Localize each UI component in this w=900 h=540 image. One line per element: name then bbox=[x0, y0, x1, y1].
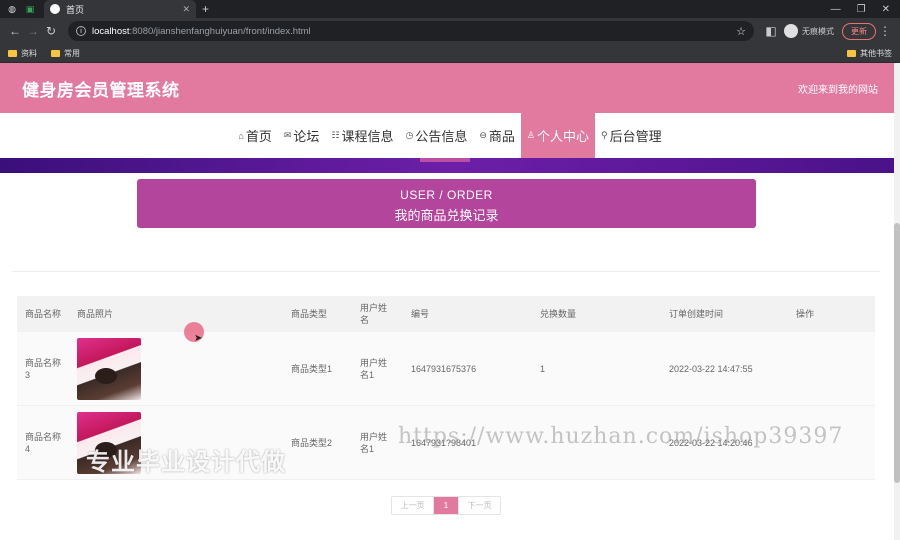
col-header: 编号 bbox=[411, 309, 430, 319]
sidepanel-icon[interactable]: ◧ bbox=[762, 24, 780, 38]
cell-product-type: 商品类型1 bbox=[291, 363, 333, 374]
incognito-badge[interactable]: 无痕模式 bbox=[784, 24, 834, 38]
bookmark-folder-0[interactable]: 资料 bbox=[8, 48, 37, 59]
cell-created-time: 2022-03-22 14:47:55 bbox=[669, 363, 753, 374]
browser-tabbar: ◍ ▣ 首页 ✕ + — ❐ ✕ bbox=[0, 0, 900, 18]
update-button[interactable]: 更新 bbox=[842, 22, 876, 40]
menu-kebab-icon[interactable]: ⋮ bbox=[876, 24, 894, 38]
info-icon[interactable]: i bbox=[76, 26, 86, 36]
forward-icon[interactable]: → bbox=[24, 24, 42, 38]
close-window-icon[interactable]: ✕ bbox=[882, 4, 890, 15]
globe-icon[interactable]: ◍ bbox=[6, 3, 18, 15]
watermark-text: 专业毕业设计代做 bbox=[86, 449, 286, 476]
clock-icon: ◷ bbox=[405, 130, 414, 140]
url-input[interactable]: i localhost:8080/jianshenfanghuiyuan/fro… bbox=[68, 21, 754, 41]
window-controls: — ❐ ✕ bbox=[831, 4, 900, 15]
list-icon: ☷ bbox=[331, 130, 340, 140]
site-title: 健身房会员管理系统 bbox=[22, 80, 180, 100]
col-header: 商品类型 bbox=[291, 309, 328, 319]
star-icon[interactable]: ☆ bbox=[736, 25, 746, 38]
col-header: 操作 bbox=[796, 309, 815, 319]
back-icon[interactable]: ← bbox=[6, 24, 24, 38]
cell-order-number: 1647931675376 bbox=[411, 363, 477, 374]
browser-tab[interactable]: 首页 ✕ bbox=[44, 0, 196, 18]
col-header: 商品名称 bbox=[25, 309, 62, 319]
nav-announcements[interactable]: ◷ 公告信息 bbox=[399, 113, 473, 158]
cell-product-name: 商品名称3 bbox=[25, 357, 62, 380]
col-header: 用户姓名 bbox=[360, 303, 388, 325]
new-tab-icon[interactable]: + bbox=[202, 2, 209, 16]
minimize-icon[interactable]: — bbox=[831, 4, 841, 15]
url-path: :8080/jianshenfanghuiyuan/front/index.ht… bbox=[129, 25, 311, 37]
col-header: 兑换数量 bbox=[540, 309, 577, 319]
incognito-avatar-icon bbox=[784, 24, 798, 38]
reload-icon[interactable]: ↻ bbox=[42, 24, 60, 38]
tab-favicon-icon bbox=[50, 4, 60, 14]
site-header: 健身房会员管理系统 欢迎来到我的网站 bbox=[0, 63, 900, 113]
bookmarks-bar: 资料 常用 其他书签 bbox=[0, 44, 900, 63]
divider bbox=[12, 271, 880, 272]
welcome-text: 欢迎来到我的网站 bbox=[798, 84, 878, 96]
nav-home[interactable]: ⌂ 首页 bbox=[232, 113, 277, 158]
page-scrollbar[interactable] bbox=[894, 63, 900, 540]
nav-forum[interactable]: ✉ 论坛 bbox=[278, 113, 326, 158]
cell-user-name: 用户姓名1 bbox=[360, 431, 388, 454]
breadcrumb-en: USER / ORDER bbox=[400, 188, 493, 202]
nav-products[interactable]: ⊖ 商品 bbox=[473, 113, 521, 158]
scrollbar-thumb[interactable] bbox=[894, 223, 900, 483]
sheet-icon[interactable]: ▣ bbox=[24, 3, 36, 15]
cell-quantity: 1 bbox=[540, 363, 546, 374]
cell-user-name: 用户姓名1 bbox=[360, 357, 388, 380]
tab-title: 首页 bbox=[66, 4, 85, 15]
folder-icon bbox=[8, 49, 17, 57]
table-row: 商品名称3 商品类型1 用户姓名1 1647931675376 1 2022-0… bbox=[17, 332, 875, 406]
breadcrumb: USER / ORDER 我的商品兑换记录 bbox=[137, 179, 756, 228]
mouse-pointer-icon: ➤ bbox=[194, 333, 203, 344]
other-bookmarks[interactable]: 其他书签 bbox=[847, 48, 892, 59]
cell-product-name: 商品名称4 bbox=[25, 431, 62, 454]
banner-strip bbox=[0, 158, 900, 173]
mail-icon: ✉ bbox=[283, 130, 292, 140]
folder-icon bbox=[847, 49, 856, 57]
folder-icon bbox=[51, 49, 60, 57]
next-page-button[interactable]: 下一页 bbox=[458, 497, 500, 514]
page-1-button[interactable]: 1 bbox=[434, 497, 458, 514]
incognito-label: 无痕模式 bbox=[802, 26, 834, 36]
main-nav: ⌂ 首页 ✉ 论坛 ☷ 课程信息 ◷ 公告信息 ⊖ 商品 ♙ 个人中心 ⚲ 后台管理 bbox=[0, 113, 900, 158]
bookmark-folder-1[interactable]: 常用 bbox=[51, 48, 80, 59]
nav-admin[interactable]: ⚲ 后台管理 bbox=[595, 113, 668, 158]
pagination: 上一页 1 下一页 bbox=[391, 496, 501, 515]
url-host: localhost bbox=[92, 25, 130, 37]
breadcrumb-cn: 我的商品兑换记录 bbox=[394, 208, 499, 223]
cell-product-photo bbox=[69, 337, 283, 400]
prev-page-button[interactable]: 上一页 bbox=[392, 497, 434, 514]
close-icon[interactable]: ✕ bbox=[182, 4, 190, 15]
cell-product-type: 商品类型2 bbox=[291, 437, 333, 448]
restore-icon[interactable]: ❐ bbox=[857, 4, 866, 15]
col-header: 订单创建时间 bbox=[669, 309, 724, 319]
table-header: 商品名称 商品照片 商品类型 用户姓名 编号 兑换数量 订单创建时间 操作 bbox=[17, 296, 875, 332]
product-icon: ⊖ bbox=[479, 130, 487, 140]
link-icon: ⚲ bbox=[601, 130, 608, 140]
col-header: 商品照片 bbox=[77, 309, 114, 319]
address-toolbar: ← → ↻ i localhost:8080/jianshenfanghuiyu… bbox=[0, 18, 900, 44]
nav-user-center[interactable]: ♙ 个人中心 bbox=[520, 113, 596, 158]
home-icon: ⌂ bbox=[238, 130, 244, 141]
watermark-url: https://www.huzhan.com/ishop39397 bbox=[398, 424, 844, 449]
user-icon: ♙ bbox=[526, 130, 535, 140]
product-image bbox=[77, 337, 141, 400]
nav-courses[interactable]: ☷ 课程信息 bbox=[325, 113, 399, 158]
banner-decoration bbox=[420, 158, 470, 162]
